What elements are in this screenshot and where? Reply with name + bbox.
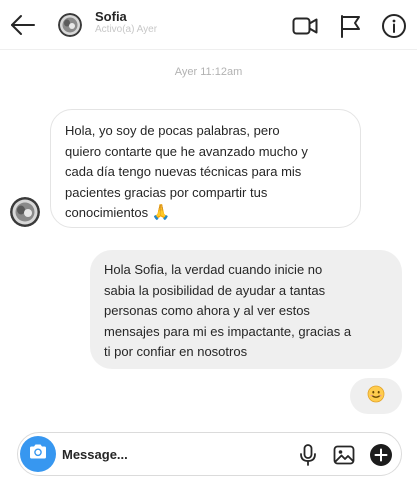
camera-icon [27, 441, 49, 468]
message-line: mensajes para mi es impactante, gracias … [104, 323, 352, 339]
smiling-face-emoji [367, 385, 385, 408]
message-composer [17, 432, 402, 476]
flag-icon[interactable] [338, 13, 364, 39]
back-arrow-icon[interactable] [10, 12, 36, 38]
message-line: cada día tengo nuevas técnicas para mis [65, 164, 302, 179]
plus-icon[interactable] [369, 443, 393, 467]
video-call-icon[interactable] [292, 13, 318, 39]
message-text: conocimientos [65, 205, 149, 220]
message-timestamp: Ayer 11:12am [174, 66, 243, 78]
contact-name[interactable]: Sofia [95, 9, 127, 24]
message-line: pacientes gracias por compartir tus [65, 184, 268, 200]
outgoing-emoji-bubble[interactable] [350, 378, 402, 414]
message-input[interactable] [62, 441, 282, 467]
contact-status: Activo(a) Ayer [95, 24, 158, 35]
folded-hands-emoji: 🙏 [151, 204, 171, 221]
incoming-message-bubble[interactable]: Hola, yo soy de pocas palabras, pero qui… [50, 109, 361, 228]
message-line: conocimientos 🙏 [65, 203, 346, 224]
message-line: Hola, yo soy de pocas palabras, pero [65, 123, 280, 138]
sender-avatar[interactable] [10, 197, 40, 227]
contact-avatar[interactable] [58, 13, 82, 37]
message-line: sabia la posibilidad de ayudar a tantas [104, 282, 326, 298]
outgoing-message-bubble[interactable]: Hola Sofia, la verdad cuando inicie no s… [90, 250, 402, 369]
camera-button[interactable] [20, 436, 56, 472]
message-line: personas como ahora y al ver estos [104, 303, 310, 318]
info-icon[interactable] [381, 13, 407, 39]
message-line: Hola Sofia, la verdad cuando inicie no [104, 262, 323, 277]
microphone-icon[interactable] [296, 443, 320, 467]
conversation-header: Sofia Activo(a) Ayer [0, 0, 417, 50]
message-line: quiero contarte que he avanzado mucho y [65, 143, 308, 159]
message-line: ti por confiar en nosotros [104, 344, 248, 359]
image-icon[interactable] [332, 443, 356, 467]
